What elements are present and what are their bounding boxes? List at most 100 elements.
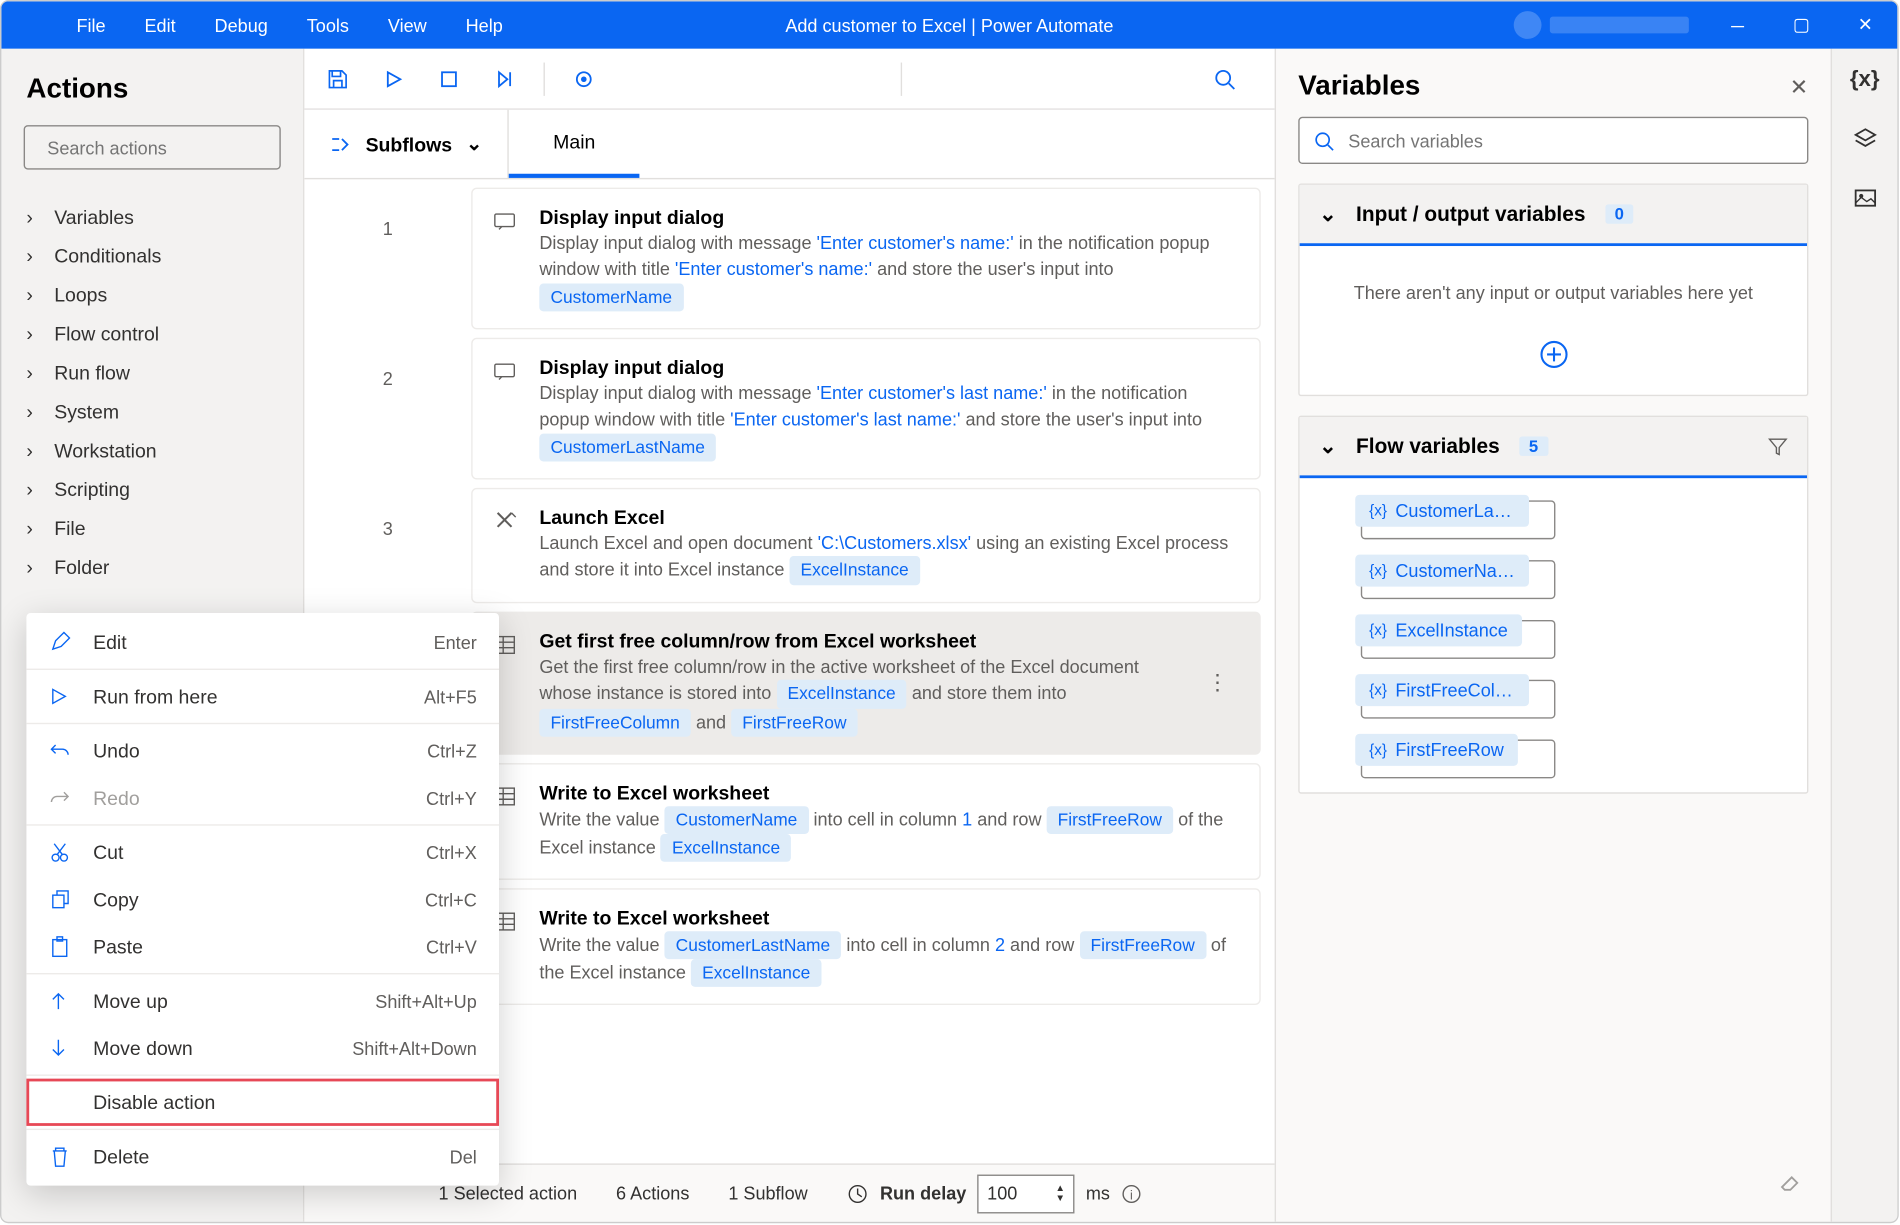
save-button[interactable] <box>316 56 360 100</box>
menu-debug[interactable]: Debug <box>195 3 287 46</box>
variables-panel: Variables ✕ ⌄ Input / output variables 0… <box>1275 49 1831 1222</box>
ctx-copy[interactable]: CopyCtrl+C <box>26 876 499 923</box>
run-button[interactable] <box>371 56 415 100</box>
action-title: Launch Excel <box>539 505 1240 527</box>
action-title: Display input dialog <box>539 206 1240 228</box>
ctx-move-down[interactable]: Move downShift+Alt+Down <box>26 1024 499 1071</box>
tree-workstation[interactable]: ›Workstation <box>1 431 303 470</box>
search-actions[interactable] <box>24 125 281 169</box>
ctx-cut[interactable]: CutCtrl+X <box>26 828 499 875</box>
tree-system[interactable]: ›System <box>1 392 303 431</box>
add-io-variable-button[interactable] <box>1300 339 1807 395</box>
flow-variables-section: ⌄ Flow variables 5 {x}CustomerLast... {x}… <box>1298 416 1808 794</box>
action-card[interactable]: Get first free column/row from Excel wor… <box>471 611 1261 754</box>
layers-rail-icon[interactable] <box>1852 126 1877 151</box>
record-button[interactable] <box>562 56 606 100</box>
actions-tree: ›Variables›Conditionals›Loops›Flow contr… <box>1 192 303 587</box>
ctx-move-up[interactable]: Move upShift+Alt+Up <box>26 977 499 1024</box>
action-title: Write to Excel worksheet <box>539 781 1240 803</box>
variable-chip[interactable]: {x}ExcelInstance <box>1355 614 1564 656</box>
action-card[interactable]: Display input dialog Display input dialog… <box>471 338 1261 480</box>
info-icon[interactable]: i <box>1121 1184 1140 1203</box>
eraser-icon[interactable] <box>1778 1169 1803 1194</box>
chevron-down-icon: ⌄ <box>466 132 482 156</box>
io-variables-title: Input / output variables <box>1356 202 1585 226</box>
variables-rail-icon[interactable]: {x} <box>1850 68 1880 93</box>
io-variables-header[interactable]: ⌄ Input / output variables 0 <box>1300 185 1807 246</box>
svg-text:i: i <box>1129 1188 1132 1202</box>
subflows-dropdown[interactable]: Subflows ⌄ <box>304 110 508 178</box>
variable-chip[interactable]: {x}FirstFreeColumn <box>1355 674 1564 716</box>
menu-view[interactable]: View <box>368 3 446 46</box>
more-icon[interactable]: ⋮ <box>1195 669 1239 697</box>
variable-chip[interactable]: {x}CustomerLast... <box>1355 495 1564 537</box>
ctx-paste[interactable]: PasteCtrl+V <box>26 923 499 970</box>
tree-scripting[interactable]: ›Scripting <box>1 470 303 509</box>
tree-flow-control[interactable]: ›Flow control <box>1 314 303 353</box>
tree-loops[interactable]: ›Loops <box>1 275 303 314</box>
run-delay-input[interactable]: 100▲▼ <box>977 1174 1074 1213</box>
next-button[interactable] <box>482 56 526 100</box>
action-title: Write to Excel worksheet <box>539 906 1240 928</box>
action-title: Get first free column/row from Excel wor… <box>539 629 1176 651</box>
variable-chip[interactable]: {x}CustomerName <box>1355 555 1564 597</box>
chevron-down-icon: ⌄ <box>1319 202 1336 227</box>
tree-folder[interactable]: ›Folder <box>1 548 303 587</box>
variable-chip[interactable]: {x}FirstFreeRow <box>1355 734 1564 776</box>
action-card[interactable]: Launch ExcelLaunch Excel and open docume… <box>471 487 1261 602</box>
io-empty-text: There aren't any input or output variabl… <box>1300 246 1807 339</box>
action-title: Display input dialog <box>539 356 1240 378</box>
subflows-icon <box>329 133 351 155</box>
tree-file[interactable]: ›File <box>1 509 303 548</box>
action-card[interactable]: Write to Excel worksheet Write the value … <box>471 763 1261 880</box>
maximize-button[interactable]: ▢ <box>1769 1 1833 48</box>
ctx-disable-action[interactable]: Disable action <box>26 1079 499 1126</box>
subflows-label: Subflows <box>366 133 453 155</box>
flow-variables-header[interactable]: ⌄ Flow variables 5 <box>1300 417 1807 478</box>
action-icon <box>492 206 520 311</box>
action-description: Write the value CustomerLastName into ce… <box>539 931 1240 987</box>
titlebar: FileEditDebugToolsViewHelp Add customer … <box>1 1 1897 48</box>
action-number: 3 <box>304 487 471 602</box>
filter-icon[interactable] <box>1768 436 1787 455</box>
minimize-button[interactable]: ─ <box>1706 1 1770 48</box>
menu-bar: FileEditDebugToolsViewHelp <box>1 3 522 46</box>
action-icon <box>492 505 520 584</box>
tree-conditionals[interactable]: ›Conditionals <box>1 236 303 275</box>
status-subflows: 1 Subflow <box>728 1183 807 1204</box>
action-icon <box>492 356 520 461</box>
images-rail-icon[interactable] <box>1852 185 1877 210</box>
ctx-redo[interactable]: RedoCtrl+Y <box>26 774 499 821</box>
tree-variables[interactable]: ›Variables <box>1 197 303 236</box>
user-badge <box>1514 11 1689 39</box>
right-rail: {x} <box>1831 49 1898 1222</box>
stop-button[interactable] <box>427 56 471 100</box>
search-variables[interactable] <box>1298 117 1808 164</box>
close-panel-button[interactable]: ✕ <box>1790 73 1809 101</box>
tab-main[interactable]: Main <box>509 110 640 178</box>
action-description: Display input dialog with message 'Enter… <box>539 381 1240 461</box>
window-title: Add customer to Excel | Power Automate <box>785 15 1113 36</box>
action-description: Write the value CustomerName into cell i… <box>539 806 1240 862</box>
flow-count-badge: 5 <box>1519 436 1548 455</box>
menu-edit[interactable]: Edit <box>125 3 195 46</box>
search-actions-input[interactable] <box>47 137 292 158</box>
search-variables-input[interactable] <box>1348 130 1793 151</box>
action-card[interactable]: Write to Excel worksheet Write the value … <box>471 888 1261 1005</box>
ms-label: ms <box>1086 1183 1110 1204</box>
tree-run-flow[interactable]: ›Run flow <box>1 353 303 392</box>
close-button[interactable]: ✕ <box>1833 1 1897 48</box>
action-card[interactable]: Display input dialog Display input dialog… <box>471 188 1261 330</box>
action-number: 1 <box>304 188 471 330</box>
ctx-edit[interactable]: EditEnter <box>26 619 499 666</box>
action-description: Get the first free column/row in the act… <box>539 654 1176 736</box>
ctx-delete[interactable]: DeleteDel <box>26 1133 499 1180</box>
menu-tools[interactable]: Tools <box>287 3 368 46</box>
menu-file[interactable]: File <box>57 3 125 46</box>
action-description: Display input dialog with message 'Enter… <box>539 231 1240 311</box>
menu-help[interactable]: Help <box>446 3 522 46</box>
search-flow-button[interactable] <box>1202 56 1246 100</box>
toolbar <box>304 49 1274 110</box>
ctx-run-from-here[interactable]: Run from hereAlt+F5 <box>26 673 499 720</box>
ctx-undo[interactable]: UndoCtrl+Z <box>26 727 499 774</box>
